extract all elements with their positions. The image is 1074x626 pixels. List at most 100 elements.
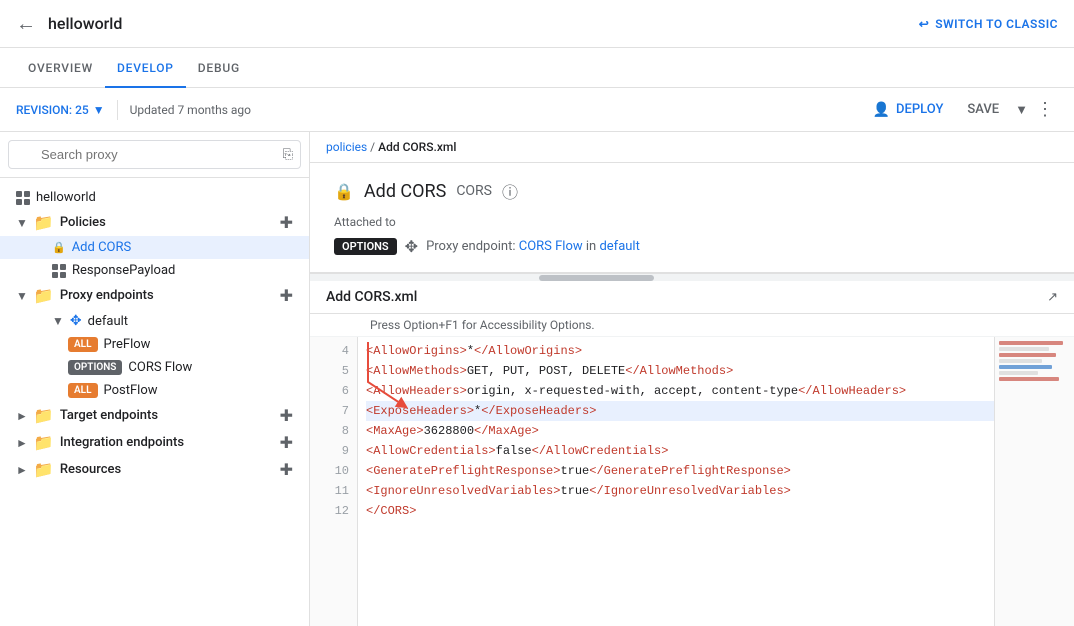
line-num: 7 (318, 401, 349, 421)
line-numbers: 4 5 6 7 8 9 10 11 12 (310, 337, 358, 626)
minimap-line (999, 371, 1038, 375)
add-policy-button[interactable]: ✚ (280, 213, 293, 232)
policy-name: Add CORS (364, 181, 446, 202)
main-layout: 🔍 ⎘ helloworld ▼ 📁 Policies ✚ 🔒 Add CORS (0, 132, 1074, 626)
breadcrumb-separator: / (370, 140, 375, 154)
editor-section: Add CORS.xml ↗ Press Option+F1 for Acces… (310, 281, 1074, 626)
code-content[interactable]: <AllowOrigins>*</AllowOrigins> <AllowMet… (358, 337, 1074, 626)
code-line-9: <AllowCredentials>false</AllowCredential… (366, 441, 1066, 461)
all-badge: ALL (68, 383, 98, 398)
chevron-down-icon: ▼ (16, 289, 28, 303)
info-icon[interactable]: ⓘ (502, 179, 518, 203)
options-badge: OPTIONS (334, 238, 397, 255)
updated-text: Updated 7 months ago (130, 103, 861, 117)
tab-overview[interactable]: OVERVIEW (16, 48, 105, 88)
line-num: 10 (318, 461, 349, 481)
sidebar-section-policies[interactable]: ▼ 📁 Policies ✚ (0, 209, 309, 236)
add-proxy-endpoint-button[interactable]: ✚ (280, 286, 293, 305)
app-header: ← helloworld ↩ SWITCH TO CLASSIC (0, 0, 1074, 48)
minimap-line (999, 341, 1063, 345)
switch-icon: ↩ (919, 17, 930, 31)
search-wrapper: 🔍 (8, 140, 301, 169)
chevron-right-icon: ► (16, 409, 28, 423)
chevron-right-icon: ► (16, 463, 28, 477)
sidebar-section-proxy-endpoints[interactable]: ▼ 📁 Proxy endpoints ✚ (0, 282, 309, 309)
expand-icon[interactable]: ↗ (1047, 290, 1058, 305)
code-container: 4 5 6 7 8 9 10 11 12 (310, 337, 1074, 626)
sidebar-item-add-cors[interactable]: 🔒 Add CORS (0, 236, 309, 259)
code-line-12: </CORS> (366, 501, 1066, 521)
minimap (994, 337, 1074, 626)
sidebar-section-target-endpoints[interactable]: ► 📁 Target endpoints ✚ (0, 402, 309, 429)
line-num: 9 (318, 441, 349, 461)
policy-header: 🔒 Add CORS CORS ⓘ Attached to OPTIONS ✥ … (310, 163, 1074, 273)
sidebar-item-default[interactable]: ▼ ✥ default (0, 309, 309, 333)
lock-icon: 🔒 (52, 241, 66, 254)
crossroads-icon: ✥ (405, 237, 418, 256)
grid-icon (52, 264, 66, 278)
line-num: 5 (318, 361, 349, 381)
editor-titlebar: Add CORS.xml ↗ (310, 281, 1074, 314)
sidebar-item-preflow[interactable]: ALL PreFlow (0, 333, 309, 356)
cors-flow-link[interactable]: CORS Flow (519, 239, 583, 254)
horizontal-scrollbar[interactable] (310, 273, 1074, 281)
minimap-line (999, 359, 1042, 363)
deploy-button[interactable]: 👤 DEPLOY (861, 102, 956, 118)
sidebar: 🔍 ⎘ helloworld ▼ 📁 Policies ✚ 🔒 Add CORS (0, 132, 310, 626)
code-line-11: <IgnoreUnresolvedVariables>true</IgnoreU… (366, 481, 1066, 501)
lock-icon: 🔒 (334, 182, 354, 201)
editor-area[interactable]: 4 5 6 7 8 9 10 11 12 (310, 337, 1074, 626)
line-num: 6 (318, 381, 349, 401)
breadcrumb-policies-link[interactable]: policies (326, 140, 367, 154)
tab-debug[interactable]: DEBUG (186, 48, 252, 88)
policy-type: CORS (456, 183, 492, 199)
code-line-6: <AllowHeaders>origin, x-requested-with, … (366, 381, 1066, 401)
code-line-4: <AllowOrigins>*</AllowOrigins> (366, 341, 1066, 361)
breadcrumb: policies / Add CORS.xml (310, 132, 1074, 163)
toolbar: REVISION: 25 ▼ Updated 7 months ago 👤 DE… (0, 88, 1074, 132)
tree-root-item[interactable]: helloworld (0, 186, 309, 209)
folder-icon: 📁 (34, 286, 54, 305)
code-line-10: <GeneratePreflightResponse>true</Generat… (366, 461, 1066, 481)
minimap-content (995, 337, 1074, 387)
folder-icon: 📁 (34, 433, 54, 452)
code-line-8: ✦ <MaxAge>3628800</MaxAge> (366, 421, 1066, 441)
sidebar-item-response-payload[interactable]: ResponsePayload (0, 259, 309, 282)
sidebar-section-integration-endpoints[interactable]: ► 📁 Integration endpoints ✚ (0, 429, 309, 456)
more-options-button[interactable]: ⋮ (1032, 95, 1058, 124)
policy-title-row: 🔒 Add CORS CORS ⓘ (334, 179, 1050, 203)
editor-hint: Press Option+F1 for Accessibility Option… (310, 314, 1074, 337)
line-num: 12 (318, 501, 349, 521)
save-button[interactable]: SAVE (955, 102, 1011, 117)
save-dropdown-button[interactable]: ▼ (1011, 98, 1032, 122)
switch-to-classic-button[interactable]: ↩ SWITCH TO CLASSIC (919, 17, 1058, 31)
sidebar-section-resources[interactable]: ► 📁 Resources ✚ (0, 456, 309, 483)
line-num: 8 (318, 421, 349, 441)
minimap-line (999, 365, 1052, 369)
add-resource-button[interactable]: ✚ (280, 460, 293, 479)
person-icon: 👤 (873, 102, 890, 118)
chevron-down-icon: ▼ (16, 216, 28, 230)
nav-tabs: OVERVIEW DEVELOP DEBUG (0, 48, 1074, 88)
options-badge: OPTIONS (68, 360, 122, 375)
search-box: 🔍 ⎘ (0, 132, 309, 178)
add-integration-endpoint-button[interactable]: ✚ (280, 433, 293, 452)
sidebar-item-cors-flow[interactable]: OPTIONS CORS Flow (0, 356, 309, 379)
all-badge: ALL (68, 337, 98, 352)
collapse-sidebar-button[interactable]: ⎘ (275, 139, 301, 170)
line-num: 4 (318, 341, 349, 361)
attached-row: OPTIONS ✥ Proxy endpoint: CORS Flow in d… (334, 237, 1050, 256)
search-input[interactable] (8, 140, 301, 169)
sidebar-item-postflow[interactable]: ALL PostFlow (0, 379, 309, 402)
back-button[interactable]: ← (16, 11, 36, 36)
proxy-endpoint-text: Proxy endpoint: CORS Flow in default (426, 239, 640, 254)
tab-develop[interactable]: DEVELOP (105, 48, 186, 88)
default-link[interactable]: default (599, 239, 639, 254)
minimap-line (999, 377, 1059, 381)
add-target-endpoint-button[interactable]: ✚ (280, 406, 293, 425)
crossroads-icon: ✥ (70, 313, 82, 329)
grid-icon (16, 191, 30, 205)
revision-badge[interactable]: REVISION: 25 ▼ (16, 103, 105, 117)
folder-icon: 📁 (34, 406, 54, 425)
app-title: helloworld (48, 14, 919, 33)
